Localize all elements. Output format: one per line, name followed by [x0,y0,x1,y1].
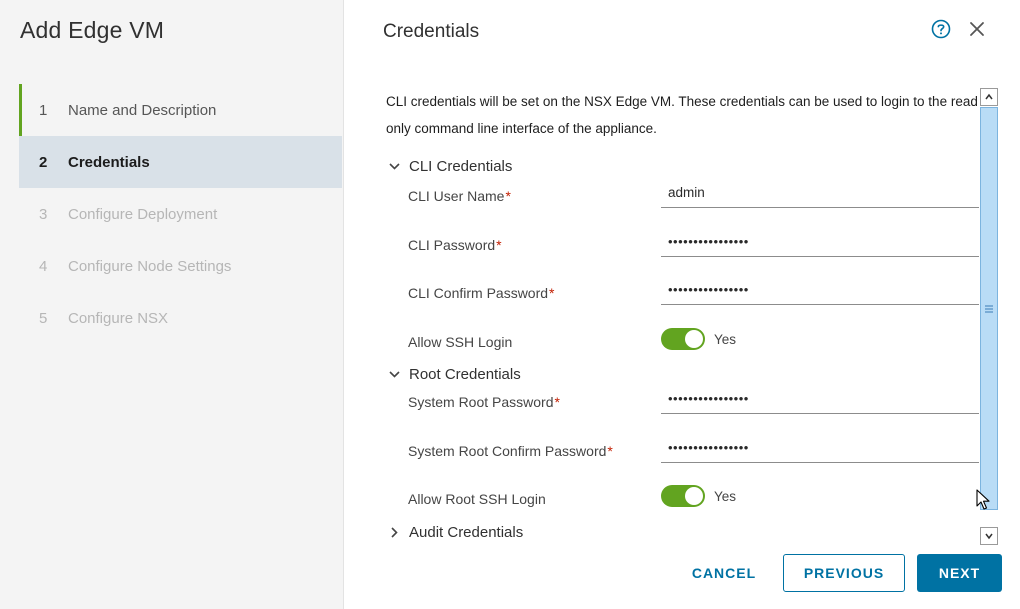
toggle-state-label: Yes [714,488,737,504]
chevron-down-icon [389,163,400,170]
cli-credentials-section-toggle[interactable]: CLI Credentials [388,158,512,175]
allow-root-ssh-login-label: Allow Root SSH Login [408,491,546,507]
toggle-state-label: Yes [714,331,737,347]
scroll-thumb[interactable] [980,107,998,510]
system-root-password-label: System Root Password* [408,394,560,410]
toggle-track [661,485,705,507]
cli-password-label: CLI Password* [408,237,502,253]
step-label: Configure NSX [68,309,169,327]
wizard-steps: 1 Name and Description 2 Credentials 3 C… [19,84,342,344]
help-circle-icon[interactable] [930,18,952,40]
description-text: CLI credentials will be set on the NSX E… [386,94,978,136]
required-marker: * [554,394,560,410]
previous-button[interactable]: PREVIOUS [783,554,905,592]
step-credentials[interactable]: 2 Credentials [19,136,342,188]
cli-user-name-label: CLI User Name* [408,188,511,204]
mouse-pointer-icon [976,489,990,516]
section-title: Root Credentials [409,366,521,383]
label-text: System Root Confirm Password [408,443,607,459]
system-root-confirm-password-label: System Root Confirm Password* [408,443,613,459]
label-text: CLI Confirm Password [408,285,549,301]
required-marker: * [607,443,613,459]
allow-ssh-login-toggle[interactable]: Yes [661,328,736,350]
step-number: 3 [39,205,48,223]
step-configure-deployment: 3 Configure Deployment [19,188,342,240]
step-number: 4 [39,257,48,275]
allow-ssh-login-label: Allow SSH Login [408,334,513,350]
grip-icon [985,305,993,313]
wizard-footer: CANCEL PREVIOUS NEXT [344,554,1020,594]
audit-credentials-section-toggle[interactable]: Audit Credentials [388,524,523,541]
step-label: Name and Description [68,101,217,119]
required-marker: * [549,285,555,301]
step-label: Configure Deployment [68,205,218,223]
step-number: 1 [39,101,48,119]
label-text: System Root Password [408,394,554,410]
step-label: Credentials [68,153,150,171]
step-configure-nsx: 5 Configure NSX [19,292,342,344]
toggle-knob [685,487,703,505]
step-number: 5 [39,309,48,327]
wizard-main: Credentials CLI credentials will be set … [344,0,1020,609]
label-text: CLI User Name [408,188,505,204]
required-marker: * [505,188,511,204]
step-label: Configure Node Settings [68,257,232,275]
credentials-form: CLI credentials will be set on the NSX E… [344,88,984,548]
next-button[interactable]: NEXT [917,554,1002,592]
step-number: 2 [39,153,48,171]
cli-confirm-password-input[interactable]: •••••••••••••••• [661,279,979,305]
wizard-title: Add Edge VM [20,17,165,43]
wizard-sidebar: Add Edge VM 1 Name and Description 2 Cre… [0,0,344,609]
scroll-down-button[interactable] [980,527,998,545]
cli-confirm-password-label: CLI Confirm Password* [408,285,555,301]
section-title: Audit Credentials [409,524,524,541]
cancel-button[interactable]: CANCEL [678,554,770,592]
toggle-track [661,328,705,350]
step-configure-node-settings: 4 Configure Node Settings [19,240,342,292]
required-marker: * [496,237,502,253]
scroll-down-arrow-icon [985,533,993,540]
system-root-confirm-password-input[interactable]: •••••••••••••••• [661,437,979,463]
scroll-up-arrow-icon [985,93,993,100]
cli-password-input[interactable]: •••••••••••••••• [661,231,979,257]
step-name-and-description[interactable]: 1 Name and Description [19,84,342,136]
chevron-right-icon [391,527,398,538]
content-scrollbar[interactable] [980,88,998,545]
system-root-password-input[interactable]: •••••••••••••••• [661,388,979,414]
chevron-down-icon [389,371,400,378]
page-title: Credentials [383,21,480,42]
label-text: CLI Password [408,237,496,253]
cli-user-name-input[interactable]: admin [661,182,979,208]
scroll-up-button[interactable] [980,88,998,106]
section-title: CLI Credentials [409,158,513,175]
allow-root-ssh-login-toggle[interactable]: Yes [661,485,736,507]
toggle-knob [685,330,703,348]
close-icon[interactable] [966,18,988,40]
root-credentials-section-toggle[interactable]: Root Credentials [388,366,521,383]
